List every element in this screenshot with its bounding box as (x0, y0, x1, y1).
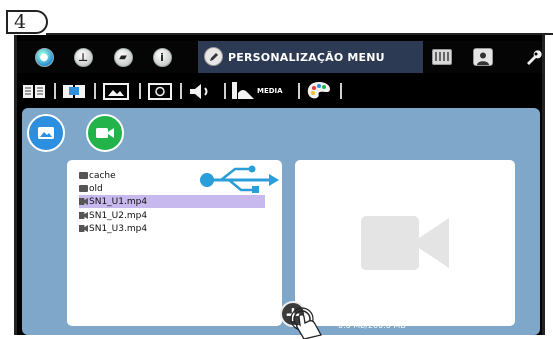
media-panel: cache old SN1_U1.mp4 SN1_U2.mp4 SN1_U3.m… (22, 108, 540, 339)
sub-toolbar: MEDIA (17, 77, 542, 104)
drop-icon[interactable]: ● (31, 44, 57, 70)
toolbar-separator (298, 83, 300, 99)
media-label: MEDIA (257, 87, 283, 95)
tutorial-frame: 4 ● ⊥ ▰ i PERSONALIZAÇÃO MENU MEDIA cach… (0, 0, 553, 339)
step-number-badge: 4 (6, 10, 48, 34)
target-icon[interactable] (147, 81, 173, 101)
media-icon[interactable]: MEDIA (231, 81, 293, 101)
image-icon (38, 127, 54, 139)
file-list-panel: cache old SN1_U1.mp4 SN1_U2.mp4 SN1_U3.m… (67, 160, 282, 326)
list-item[interactable]: SN1_U3.mp4 (79, 222, 147, 235)
video-file-icon (79, 198, 88, 205)
image-button[interactable] (27, 114, 65, 152)
list-item[interactable]: cache (79, 169, 116, 182)
wrench-icon[interactable] (520, 44, 546, 70)
toolbar-separator (54, 83, 56, 99)
video-file-icon (79, 225, 88, 232)
folder-icon (79, 172, 88, 179)
file-name: old (89, 183, 103, 194)
file-name: SN1_U2.mp4 (89, 210, 148, 221)
book-open-icon[interactable] (61, 81, 87, 101)
storage-usage: 0.0 Mb/200.0 MB (338, 321, 406, 330)
toolbar-separator (180, 83, 182, 99)
top-toolbar: ● ⊥ ▰ i PERSONALIZAÇÃO MENU (17, 41, 542, 73)
toolbar-separator (340, 83, 342, 99)
book-icon[interactable] (21, 81, 47, 101)
keyboard-icon[interactable] (429, 44, 455, 70)
usb-icon (200, 165, 279, 193)
video-preview-panel (295, 160, 515, 326)
device-screen: ● ⊥ ▰ i PERSONALIZAÇÃO MENU MEDIA cache … (14, 35, 545, 339)
list-item-selected[interactable]: SN1_U1.mp4 (79, 195, 265, 208)
user-icon[interactable] (470, 44, 496, 70)
speaker-icon[interactable] (187, 81, 217, 101)
palette-icon[interactable] (305, 81, 333, 101)
list-item[interactable]: SN1_U2.mp4 (79, 209, 147, 222)
toolbar-separator (139, 83, 141, 99)
tap-hand-icon (290, 307, 322, 339)
clock-icon[interactable]: ⊥ (70, 44, 96, 70)
video-file-icon (79, 212, 88, 219)
video-camera-icon (361, 216, 449, 270)
personalizacao-menu-tab[interactable]: PERSONALIZAÇÃO MENU (198, 41, 423, 73)
file-name: SN1_U1.mp4 (89, 196, 148, 207)
toolbar-separator (224, 83, 226, 99)
file-name: SN1_U3.mp4 (89, 223, 148, 234)
menu-label: PERSONALIZAÇÃO MENU (228, 50, 385, 64)
video-button[interactable] (86, 114, 124, 152)
list-item[interactable]: old (79, 182, 103, 195)
flag-icon[interactable]: ▰ (110, 44, 136, 70)
pencil-icon (204, 47, 223, 66)
toolbar-separator (94, 83, 96, 99)
info-icon[interactable]: i (149, 44, 175, 70)
image-frame-icon[interactable] (102, 81, 130, 101)
video-camera-icon (96, 128, 114, 138)
folder-icon (79, 185, 88, 192)
file-name: cache (89, 170, 116, 181)
